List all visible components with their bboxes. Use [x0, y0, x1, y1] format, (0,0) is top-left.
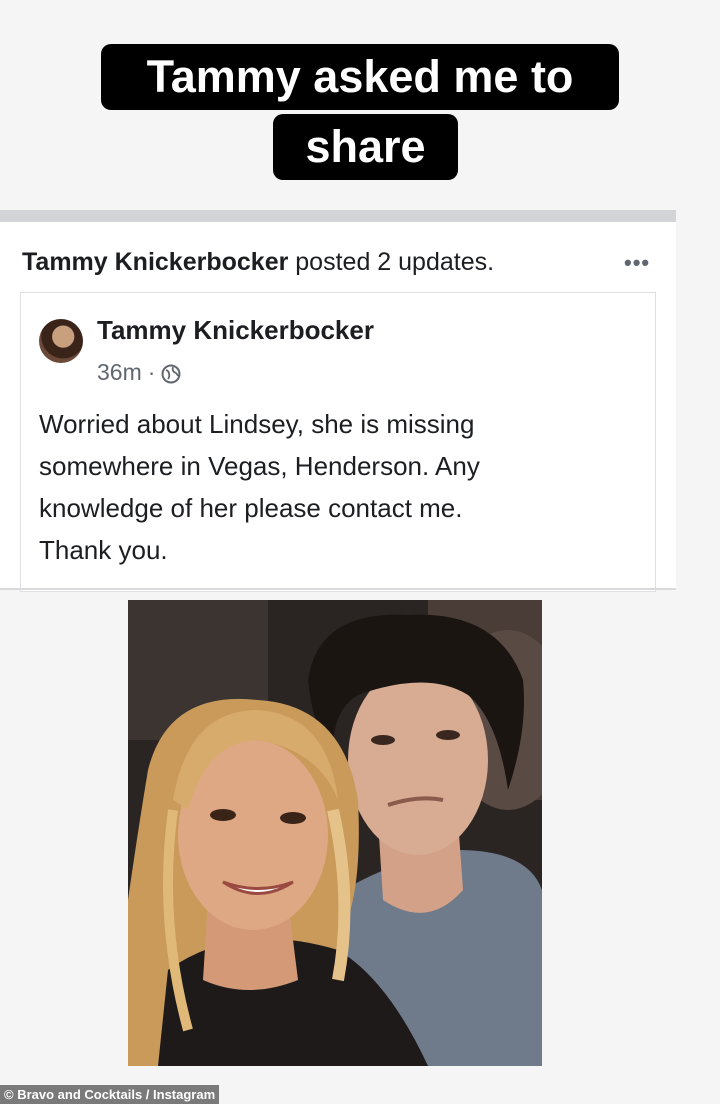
divider [0, 588, 676, 590]
selfie-photo [128, 600, 542, 1066]
post-header-author[interactable]: Tammy Knickerbocker [22, 248, 288, 276]
photo-credit: © Bravo and Cocktails / Instagram [0, 1085, 220, 1104]
post-meta: 36m · [97, 359, 181, 386]
shared-post: Tammy Knickerbocker 36m · Worried about … [20, 292, 656, 592]
avatar[interactable] [39, 319, 83, 363]
globe-icon [161, 363, 181, 383]
post-time[interactable]: 36m [97, 359, 142, 386]
shared-post-author[interactable]: Tammy Knickerbocker [97, 315, 374, 346]
post-header: Tammy Knickerbocker posted 2 updates. [22, 248, 494, 277]
more-horizontal-icon[interactable]: ••• [624, 250, 650, 276]
meta-separator: · [147, 359, 156, 385]
caption-line-1: Tammy asked me to [101, 44, 619, 110]
caption-line-2: share [273, 114, 458, 180]
post-text: Worried about Lindsey, she is missing so… [39, 409, 480, 565]
post-header-action: posted 2 updates. [295, 248, 495, 276]
facebook-post-card: Tammy Knickerbocker posted 2 updates. ••… [0, 210, 676, 592]
